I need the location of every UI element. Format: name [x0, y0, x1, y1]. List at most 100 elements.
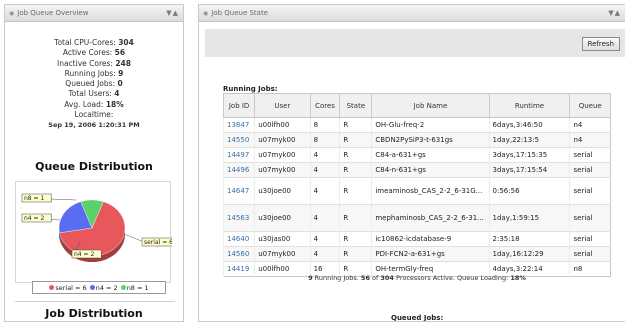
- job-id-link[interactable]: 14497: [222, 147, 255, 163]
- job-user: u00lfh00: [254, 117, 311, 133]
- job-user: u07myk00: [254, 132, 311, 148]
- job-runtime: 6days,3:46:50: [488, 117, 570, 133]
- running-jobs-label: Running Jobs:: [223, 85, 278, 93]
- job-state: R: [339, 132, 372, 148]
- queue-distribution-chart-box: serial = 6 n4 = 2 n4 = 2 n8 = 1: [15, 181, 183, 283]
- job-user: u30joe00: [254, 204, 311, 232]
- job-runtime: 1day,22:13:5: [488, 132, 570, 148]
- overview-stat-row: Inactive Cores: 248: [5, 59, 183, 69]
- column-header[interactable]: Runtime: [488, 93, 571, 118]
- collapse-toggle-icon[interactable]: ▼▲: [166, 9, 179, 17]
- refresh-button[interactable]: Refresh: [581, 37, 620, 51]
- table-row: 14560 u07myk00 4 R PDI-FCN2-a-631+gs 1day,16:…: [222, 246, 611, 262]
- job-state: R: [339, 177, 372, 205]
- job-name: ic10862-icdatabase-9: [371, 231, 490, 247]
- legend-label: n8 = 1: [126, 283, 149, 292]
- job-queue: n4: [569, 117, 611, 133]
- running-jobs-table: Job ID User Cores State Job Name Runtime Queue…: [222, 93, 611, 277]
- legend-swatch-icon: [89, 285, 95, 290]
- stat-value: 56: [114, 48, 126, 58]
- job-name: C84-n-631+gs: [371, 162, 490, 178]
- localtime-label: Localtime:: [74, 110, 114, 120]
- table-row: 14497 u07myk00 4 R C84-a-631+gs 3days,17:15:3…: [222, 147, 611, 163]
- overview-stat-row: Total CPU-Cores: 304: [5, 38, 183, 48]
- job-id-link[interactable]: 13847: [222, 117, 255, 133]
- stat-value: 9: [118, 68, 124, 78]
- job-queue: serial: [569, 204, 611, 232]
- queue-summary: 9 Running Jobs. 56 of 304 Processors Act…: [223, 274, 611, 282]
- column-header[interactable]: Queue: [569, 93, 611, 118]
- job-cores: 8: [309, 117, 340, 133]
- column-header[interactable]: Job Name: [371, 93, 490, 118]
- job-user: u07myk00: [254, 147, 311, 163]
- table-row: 14563 u30joe00 4 Rmephaminosb_CAS_2-2_6-31.…: [222, 204, 611, 232]
- summary-active-count: 56: [360, 274, 370, 282]
- job-state: R: [339, 231, 372, 247]
- state-panel-title: Job Queue State: [211, 9, 269, 17]
- job-id-link[interactable]: 14560: [222, 246, 255, 262]
- job-user: u07myk00: [254, 246, 311, 262]
- panel-bullet-icon: ◉: [9, 9, 15, 17]
- stat-label: Total Users:: [68, 89, 112, 99]
- queue-distribution-pie: serial = 6 n4 = 2 n4 = 2 n8 = 1: [21, 193, 183, 263]
- job-id-link[interactable]: 14496: [222, 162, 255, 178]
- section-divider: [15, 301, 175, 302]
- stat-label: Running Jobs:: [64, 68, 116, 78]
- job-id-link[interactable]: 14647: [222, 177, 255, 205]
- stat-label: Active Cores:: [62, 48, 113, 58]
- job-id-link[interactable]: 14640: [222, 231, 255, 247]
- callout-leader-line: [123, 233, 145, 243]
- summary-processors-text: Processors Active. Queue Loading:: [393, 274, 511, 282]
- job-name: C84-a-631+gs: [371, 147, 490, 163]
- legend-swatch-icon: [120, 285, 126, 290]
- job-name: PDI-FCN2-a-631+gs: [371, 246, 490, 262]
- job-runtime: 0:56:56: [488, 177, 570, 205]
- job-state: R: [339, 117, 372, 133]
- legend-item: n8 = 1: [120, 283, 149, 292]
- callout-label: n4 = 2: [74, 251, 94, 258]
- job-id-link[interactable]: 14550: [222, 132, 255, 148]
- overview-stat-row: Queued Jobs: 0: [5, 79, 183, 89]
- job-queue: serial: [569, 177, 611, 205]
- column-header[interactable]: User: [254, 93, 311, 118]
- callout-label: n4 = 2: [24, 215, 44, 222]
- job-queue-overview-panel: ◉ Job Queue Overview ▼▲ Total CPU-Cores:…: [4, 4, 184, 322]
- column-header[interactable]: Cores: [309, 93, 341, 118]
- overview-panel-header: ◉ Job Queue Overview ▼▲: [5, 5, 183, 22]
- table-row: 14550 u07myk00 8 R CBDN2PySiP3-t-631gs 1day,2…: [222, 132, 611, 148]
- summary-running-text: Running Jobs.: [312, 274, 361, 282]
- job-name: OH-Glu-freq-2: [371, 117, 490, 133]
- job-state: R: [339, 204, 372, 232]
- overview-panel-title: Job Queue Overview: [17, 9, 89, 17]
- table-row: 14496 u07myk00 4 R C84-n-631+gs 3days,17:15:5…: [222, 162, 611, 178]
- queued-jobs-label: Queued Jobs:: [391, 314, 444, 322]
- job-name: mephaminosb_CAS_2-2_6-31...: [371, 204, 490, 232]
- overview-stat-row: Total Users: 4: [5, 89, 183, 99]
- callout-label: serial = 6: [144, 239, 172, 246]
- stat-value: 304: [118, 38, 134, 47]
- stat-value: 4: [114, 89, 120, 99]
- table-row: 14647 u30joe00 4 Rimeaminosb_CAS_2-2_6-31G.…: [222, 177, 611, 205]
- job-cores: 4: [309, 177, 340, 205]
- column-header[interactable]: State: [339, 93, 373, 118]
- job-queue: serial: [569, 162, 611, 178]
- summary-loading: 18%: [510, 274, 526, 282]
- state-panel-header: ◉ Job Queue State ▼▲: [199, 5, 625, 22]
- job-state: R: [339, 147, 372, 163]
- job-id-link[interactable]: 14563: [222, 204, 255, 232]
- panel-bullet-icon: ◉: [203, 9, 209, 17]
- job-cores: 4: [309, 162, 340, 178]
- column-header[interactable]: Job ID: [222, 93, 256, 118]
- summary-of-text: of: [369, 274, 381, 282]
- job-queue-state-panel: ◉ Job Queue State ▼▲ Refresh Running Job…: [198, 4, 625, 322]
- table-row: 13847 u00lfh00 8 R OH-Glu-freq-2 6days,3:46:5…: [222, 117, 611, 133]
- overview-stats: Total CPU-Cores: 304 Active Cores: 56 Inac…: [5, 22, 183, 131]
- callout-label: n8 = 1: [24, 195, 44, 202]
- job-runtime: 1day,16:12:29: [488, 246, 570, 262]
- legend-label: n4 = 2: [95, 283, 118, 292]
- stat-label: Avg. Load:: [64, 99, 104, 109]
- collapse-toggle-icon[interactable]: ▼▲: [608, 9, 621, 17]
- stat-value: 18%: [105, 99, 124, 109]
- job-queue: serial: [569, 147, 611, 163]
- job-cores: 4: [309, 246, 340, 262]
